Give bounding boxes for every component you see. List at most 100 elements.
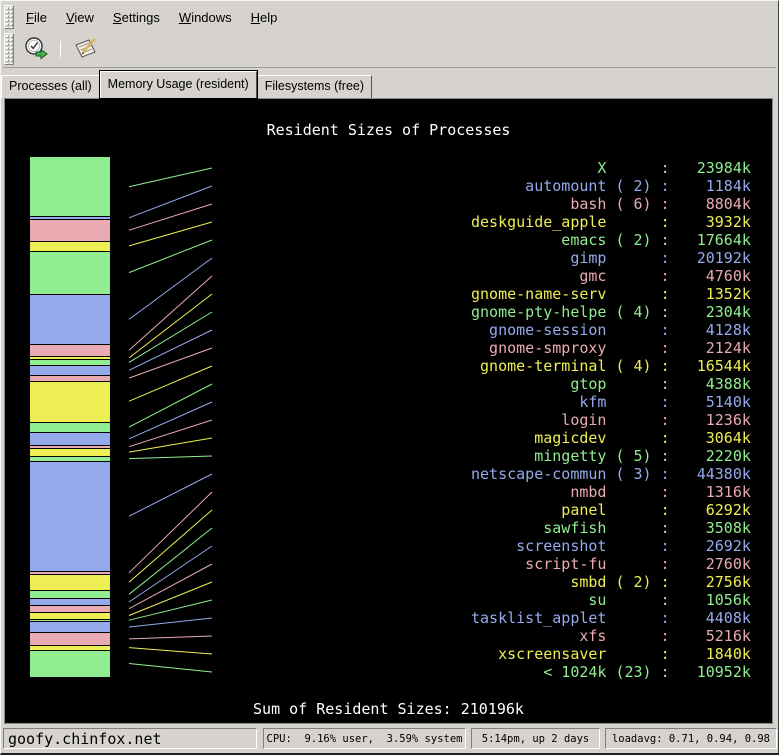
menu-file[interactable]: File xyxy=(26,10,47,25)
process-name: script-fu xyxy=(471,555,606,573)
process-row: magicdev:3064k xyxy=(471,429,753,447)
process-row: su:1056k xyxy=(471,591,753,609)
tab-memory-usage[interactable]: Memory Usage (resident) xyxy=(100,71,257,98)
leader-line xyxy=(129,168,212,187)
process-size: 1184k xyxy=(679,177,751,195)
process-count: ( 6) xyxy=(606,195,651,213)
separator: : xyxy=(652,609,679,627)
process-count xyxy=(606,519,651,537)
notebook-tabs: Processes (all) Memory Usage (resident) … xyxy=(1,69,778,98)
process-row: emacs( 2):17664k xyxy=(471,231,753,249)
process-size: 1236k xyxy=(679,411,751,429)
menubar: File View Settings Windows Help xyxy=(3,3,776,31)
process-size: 1316k xyxy=(679,483,751,501)
separator: : xyxy=(652,501,679,519)
leader-line xyxy=(129,204,212,230)
leader-line xyxy=(129,348,212,378)
process-name: gnome-session xyxy=(471,321,606,339)
tab-processes[interactable]: Processes (all) xyxy=(1,75,100,98)
menu-help[interactable]: Help xyxy=(251,10,278,25)
process-count xyxy=(606,609,651,627)
edit-note-button[interactable] xyxy=(71,35,101,63)
process-row: deskguide_apple:3932k xyxy=(471,213,753,231)
process-size: 4408k xyxy=(679,609,751,627)
separator: : xyxy=(652,357,679,375)
separator: : xyxy=(652,231,679,249)
separator: : xyxy=(652,663,679,681)
separator: : xyxy=(652,159,679,177)
process-size: 17664k xyxy=(679,231,751,249)
leader-line xyxy=(129,648,212,654)
toolbar-gripper[interactable] xyxy=(4,33,14,65)
process-size: 4760k xyxy=(679,267,751,285)
leader-line xyxy=(129,294,212,358)
chart-sum: Sum of Resident Sizes: 210196k xyxy=(5,700,772,718)
process-size: 2220k xyxy=(679,447,751,465)
process-row: nmbd:1316k xyxy=(471,483,753,501)
process-row: screenshot:2692k xyxy=(471,537,753,555)
process-size: 2692k xyxy=(679,537,751,555)
process-name: gnome-name-serv xyxy=(471,285,606,303)
process-size: 20192k xyxy=(679,249,751,267)
leader-line xyxy=(129,510,212,582)
clock-run-button[interactable] xyxy=(22,35,52,63)
statusbar: goofy.chinfox.net CPU: 9.16% user, 3.59%… xyxy=(1,724,778,754)
process-name: magicdev xyxy=(471,429,606,447)
leader-line xyxy=(129,664,212,673)
process-size: 8804k xyxy=(679,195,751,213)
separator: : xyxy=(652,213,679,231)
process-name: xscreensaver xyxy=(471,645,606,663)
process-size: 4388k xyxy=(679,375,751,393)
leader-line xyxy=(129,222,212,246)
leader-line xyxy=(129,474,212,516)
menu-windows[interactable]: Windows xyxy=(179,10,232,25)
process-row: gtop:4388k xyxy=(471,375,753,393)
menu-settings[interactable]: Settings xyxy=(113,10,160,25)
separator: : xyxy=(652,267,679,285)
process-count xyxy=(606,213,651,231)
menu-items: File View Settings Windows Help xyxy=(18,10,277,25)
leader-line xyxy=(129,456,212,459)
process-name: gnome-smproxy xyxy=(471,339,606,357)
process-size: 16544k xyxy=(679,357,751,375)
process-size: 2760k xyxy=(679,555,751,573)
menu-view[interactable]: View xyxy=(66,10,94,25)
process-row: script-fu:2760k xyxy=(471,555,753,573)
process-count xyxy=(606,393,651,411)
process-size: 44380k xyxy=(679,465,751,483)
leader-line xyxy=(129,438,212,452)
process-row: tasklist_applet:4408k xyxy=(471,609,753,627)
process-name: < 1024k xyxy=(471,663,606,681)
process-count xyxy=(606,375,651,393)
process-count xyxy=(606,591,651,609)
process-count xyxy=(606,429,651,447)
separator: : xyxy=(652,249,679,267)
toolbar-separator xyxy=(60,41,61,57)
process-name: kfm xyxy=(471,393,606,411)
process-name: X xyxy=(471,159,606,177)
leader-line xyxy=(129,636,212,639)
process-name: automount xyxy=(471,177,606,195)
process-name: panel xyxy=(471,501,606,519)
menubar-gripper[interactable] xyxy=(4,5,14,29)
leader-line xyxy=(129,330,212,370)
separator: : xyxy=(652,411,679,429)
leader-line xyxy=(129,366,212,401)
separator: : xyxy=(652,447,679,465)
status-cpu: CPU: 9.16% user, 3.59% system xyxy=(263,728,466,749)
process-name: sawfish xyxy=(471,519,606,537)
clock-run-icon xyxy=(23,36,51,62)
process-name: gnome-pty-helpe xyxy=(471,303,606,321)
process-size: 5216k xyxy=(679,627,751,645)
process-list: X:23984kautomount( 2):1184kbash( 6):8804… xyxy=(471,159,753,681)
process-row: automount( 2):1184k xyxy=(471,177,753,195)
tab-filesystems[interactable]: Filesystems (free) xyxy=(257,75,372,98)
process-count xyxy=(606,249,651,267)
process-name: gnome-terminal xyxy=(471,357,606,375)
process-row: sawfish:3508k xyxy=(471,519,753,537)
process-size: 1352k xyxy=(679,285,751,303)
process-name: mingetty xyxy=(471,447,606,465)
process-count xyxy=(606,159,651,177)
process-count xyxy=(606,501,651,519)
separator: : xyxy=(652,537,679,555)
